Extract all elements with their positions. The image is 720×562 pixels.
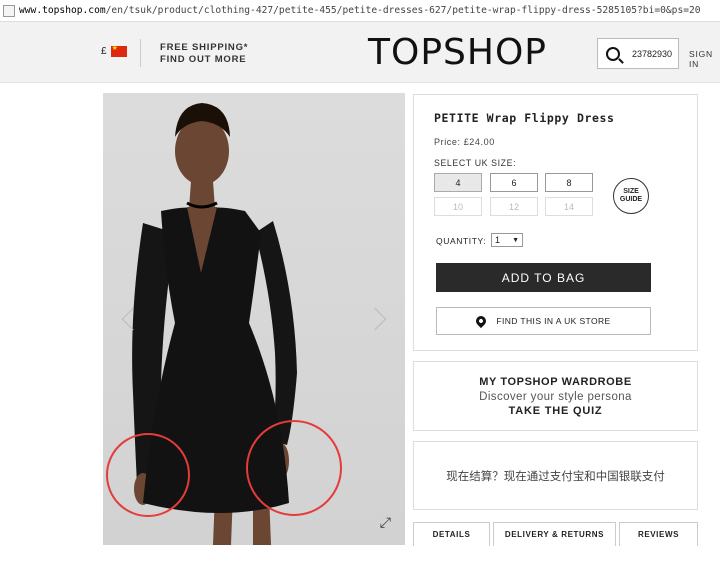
expand-icon[interactable]: ⤢ [380,514,391,531]
quantity-label: QUANTITY: [436,236,487,246]
product-image[interactable]: ⤢ [103,93,405,545]
quantity-select[interactable]: 1 ▼ [491,233,523,247]
size-guide-button[interactable]: SIZE GUIDE [613,178,649,214]
wardrobe-heading: MY TOPSHOP WARDROBE [479,376,632,388]
product-info-tabs: DETAILS DELIVERY & RETURNS REVIEWS [413,522,698,546]
product-price: Price: £24.00 [434,137,495,147]
topshop-logo[interactable]: TOPSHOP [368,32,547,73]
product-panel: PETITE Wrap Flippy Dress Price: £24.00 S… [413,94,698,351]
take-quiz-link[interactable]: TAKE THE QUIZ [414,405,697,417]
header-divider [140,39,141,67]
tab-details[interactable]: DETAILS [413,522,490,546]
size-option-8[interactable]: 8 [545,173,593,192]
annotation-circle-right [246,420,342,516]
size-option-12: 12 [490,197,538,216]
find-in-store-button[interactable]: FIND THIS IN A UK STORE [436,307,651,335]
size-option-10: 10 [434,197,482,216]
dropdown-arrow-icon: ▼ [512,236,519,244]
tab-delivery-returns[interactable]: DELIVERY & RETURNS [493,522,616,546]
size-option-4[interactable]: 4 [434,173,482,192]
product-title: PETITE Wrap Flippy Dress [434,111,615,125]
sign-in-link[interactable]: SIGN IN [689,49,720,69]
search-icon[interactable] [606,46,620,61]
url-text[interactable]: www.topshop.com/en/tsuk/product/clothing… [19,5,701,16]
size-option-6[interactable]: 6 [490,173,538,192]
annotation-circle-left [106,433,190,517]
china-flag-icon [110,44,127,57]
search-input[interactable]: 23782930 [632,49,672,59]
page-icon [3,4,15,17]
wardrobe-subtitle: Discover your style persona [479,391,632,403]
currency-symbol: £ [101,46,107,57]
size-label: SELECT UK SIZE: [434,158,517,168]
search-box[interactable]: 23782930 [597,38,679,69]
payment-notice: 现在结算？现在通过支付宝和中国银联支付 [413,441,698,510]
site-header: £ FREE SHIPPING* FIND OUT MORE TOPSHOP 2… [0,22,720,83]
location-pin-icon [474,313,489,329]
tab-reviews[interactable]: REVIEWS [619,522,698,546]
address-bar[interactable]: www.topshop.com/en/tsuk/product/clothing… [0,0,720,22]
add-to-bag-button[interactable]: ADD TO BAG [436,263,651,292]
free-shipping-link[interactable]: FREE SHIPPING* FIND OUT MORE [160,42,248,66]
currency-selector[interactable]: £ [101,44,127,57]
size-option-14: 14 [545,197,593,216]
wardrobe-promo[interactable]: MY TOPSHOP WARDROBE Discover your style … [413,361,698,431]
